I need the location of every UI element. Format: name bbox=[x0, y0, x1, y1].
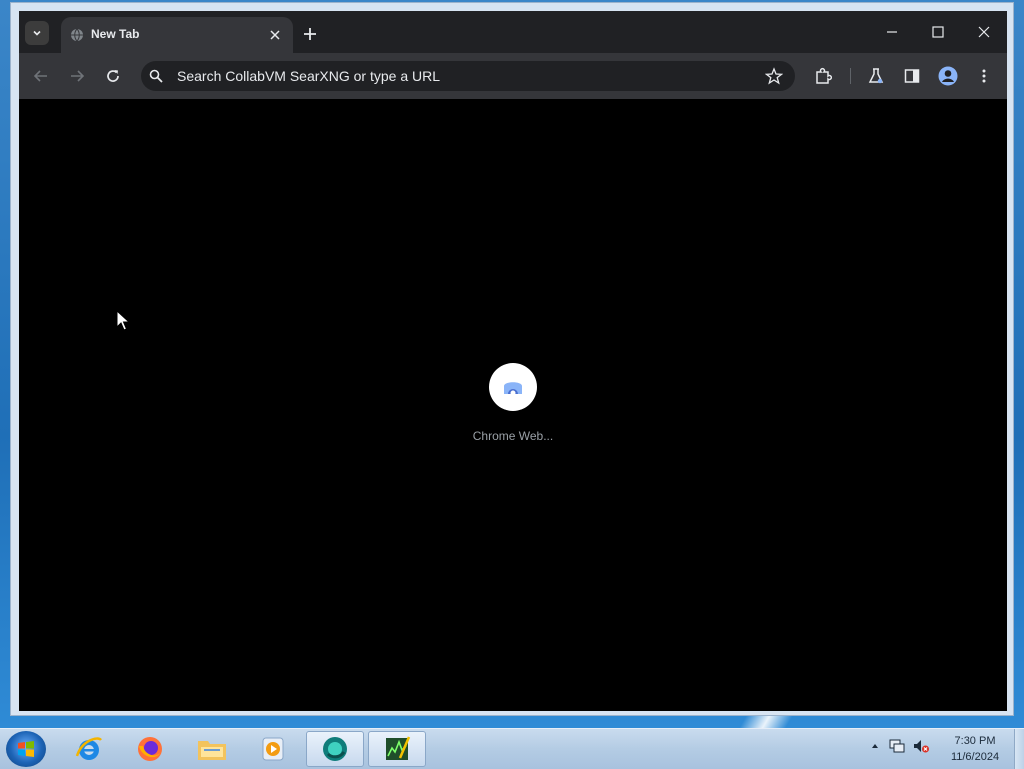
taskbar-media-player[interactable] bbox=[244, 731, 302, 767]
browser-frame: New Tab Search CollabVM SearXNG or type … bbox=[19, 11, 1007, 711]
maximize-icon bbox=[932, 26, 944, 38]
labs-button[interactable] bbox=[864, 64, 888, 88]
chevron-up-icon bbox=[872, 744, 878, 748]
chevron-down-icon bbox=[33, 30, 41, 36]
reload-button[interactable] bbox=[101, 64, 125, 88]
tab-close-button[interactable] bbox=[267, 27, 283, 43]
profile-button[interactable] bbox=[936, 64, 960, 88]
star-icon[interactable] bbox=[765, 67, 783, 85]
volume-muted-icon bbox=[914, 740, 929, 753]
close-icon bbox=[270, 30, 280, 40]
show-desktop-button[interactable] bbox=[1014, 729, 1024, 769]
toolbar-separator bbox=[850, 68, 851, 84]
taskbar-file-explorer[interactable] bbox=[183, 731, 241, 767]
taskbar: 7:30 PM 11/6/2024 bbox=[0, 728, 1024, 769]
new-tab-button[interactable] bbox=[299, 23, 321, 45]
arrow-left-icon bbox=[33, 70, 47, 82]
side-panel-button[interactable] bbox=[900, 64, 924, 88]
minimize-icon bbox=[887, 31, 897, 33]
tray-volume[interactable] bbox=[912, 737, 930, 755]
arrow-right-icon bbox=[71, 70, 85, 82]
extensions-button[interactable] bbox=[811, 64, 835, 88]
internet-explorer-icon bbox=[75, 737, 102, 760]
maximize-button[interactable] bbox=[918, 19, 958, 45]
tab-title: New Tab bbox=[91, 27, 140, 41]
kebab-icon bbox=[982, 69, 986, 83]
task-manager-icon bbox=[386, 736, 411, 760]
plus-icon bbox=[304, 28, 316, 40]
network-icon bbox=[889, 739, 905, 753]
tab-new-tab[interactable]: New Tab bbox=[61, 17, 293, 53]
back-button[interactable] bbox=[29, 64, 53, 88]
taskbar-firefox[interactable] bbox=[121, 731, 179, 767]
browser-window: New Tab Search CollabVM SearXNG or type … bbox=[10, 2, 1014, 716]
folder-icon bbox=[198, 741, 226, 760]
show-hidden-icons-button[interactable] bbox=[866, 737, 884, 755]
minimize-button[interactable] bbox=[872, 19, 912, 45]
clock-date: 11/6/2024 bbox=[950, 751, 1000, 763]
browser-toolbar: Search CollabVM SearXNG or type a URL bbox=[19, 53, 1007, 99]
puzzle-icon bbox=[816, 67, 832, 84]
menu-button[interactable] bbox=[972, 64, 996, 88]
firefox-icon bbox=[138, 737, 162, 761]
mouse-cursor-icon bbox=[116, 310, 130, 331]
taskbar-webview-app[interactable] bbox=[306, 731, 364, 767]
taskbar-internet-explorer[interactable] bbox=[60, 731, 118, 767]
address-bar[interactable]: Search CollabVM SearXNG or type a URL bbox=[141, 61, 795, 91]
tab-strip: New Tab bbox=[19, 11, 1007, 53]
chrome-web-store-icon bbox=[504, 382, 522, 396]
start-button[interactable] bbox=[6, 731, 46, 767]
windows-logo-icon bbox=[18, 741, 34, 757]
shortcut-tile-label: Chrome Web... bbox=[472, 429, 554, 443]
system-clock[interactable]: 7:30 PM 11/6/2024 bbox=[940, 733, 1010, 765]
close-window-button[interactable] bbox=[964, 19, 1004, 45]
avatar-icon bbox=[938, 66, 958, 86]
globe-icon bbox=[71, 28, 83, 42]
media-player-icon bbox=[262, 737, 284, 761]
forward-button[interactable] bbox=[65, 64, 89, 88]
taskbar-task-manager[interactable] bbox=[368, 731, 426, 767]
page-content: Chrome Web... bbox=[19, 99, 1007, 711]
address-bar-placeholder: Search CollabVM SearXNG or type a URL bbox=[177, 68, 440, 84]
tray-network[interactable] bbox=[888, 737, 906, 755]
search-icon bbox=[149, 69, 163, 83]
flask-icon bbox=[868, 68, 884, 84]
webview-app-icon bbox=[323, 737, 347, 761]
reload-icon bbox=[107, 70, 119, 82]
tab-search-button[interactable] bbox=[25, 21, 49, 45]
side-panel-icon bbox=[904, 69, 920, 83]
clock-time: 7:30 PM bbox=[954, 735, 996, 747]
shortcut-tile-chrome-web-store[interactable] bbox=[489, 363, 537, 411]
close-icon bbox=[978, 26, 990, 38]
